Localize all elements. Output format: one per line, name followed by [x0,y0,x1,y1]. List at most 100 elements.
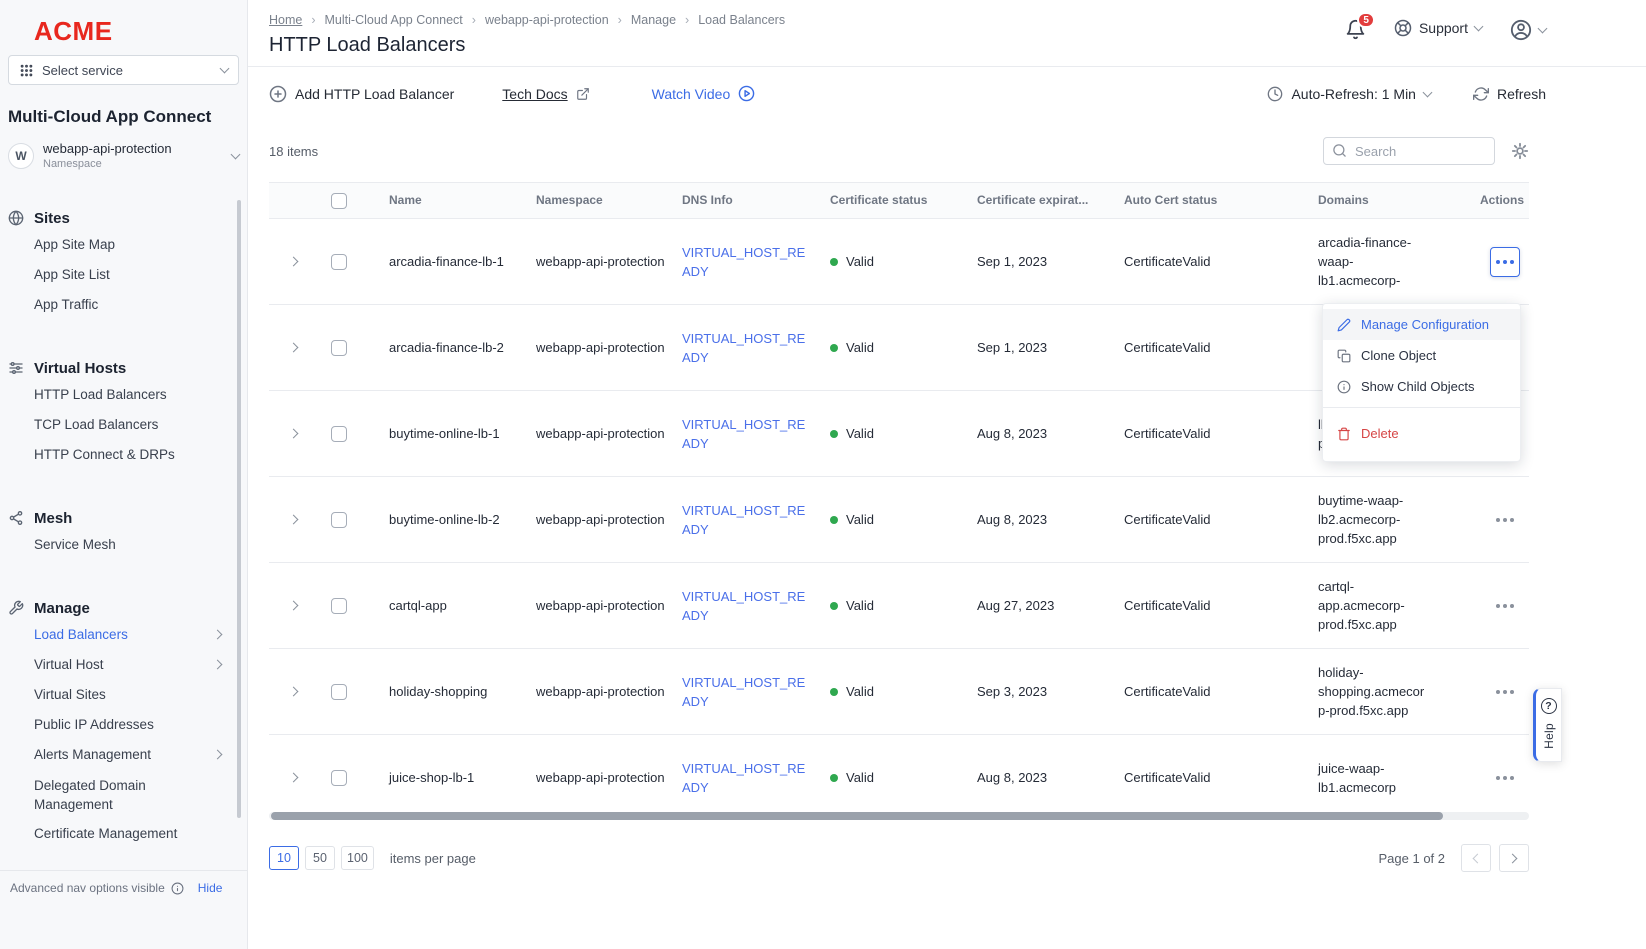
notification-badge: 5 [1357,12,1375,28]
dns-info-link[interactable]: VIRTUAL_HOST_READY [682,503,805,537]
sidebar-item-load-balancers[interactable]: Load Balancers [0,620,247,650]
table-settings-button[interactable] [1511,142,1529,160]
select-all-checkbox[interactable] [331,193,347,209]
breadcrumb-item[interactable]: Load Balancers [698,13,785,27]
sidebar-item-label: App Site List [34,267,110,282]
previous-page-button[interactable] [1461,844,1491,872]
row-actions-button[interactable] [1490,677,1520,707]
lb-name: arcadia-finance-lb-1 [361,252,536,271]
sidebar-item-tcp-load-balancers[interactable]: TCP Load Balancers [0,410,247,440]
namespace-selector[interactable]: W webapp-api-protection Namespace [8,141,239,170]
row-expand-icon[interactable] [288,343,298,353]
sidebar-item-app-site-map[interactable]: App Site Map [0,230,247,260]
sidebar-item-certificate-management[interactable]: Certificate Management [0,819,247,849]
lb-namespace: webapp-api-protection [536,682,682,701]
breadcrumb-item[interactable]: Manage [631,13,698,27]
auto-cert-status: CertificateValid [1124,252,1318,271]
sidebar-item-virtual-sites[interactable]: Virtual Sites [0,680,247,710]
dns-info-link[interactable]: VIRTUAL_HOST_READY [682,331,805,365]
row-checkbox[interactable] [331,770,347,786]
dns-info-link[interactable]: VIRTUAL_HOST_READY [682,245,805,279]
row-expand-icon[interactable] [288,515,298,525]
chevron-right-icon [213,660,223,670]
row-actions-button[interactable] [1490,763,1520,793]
sidebar-item-label: Public IP Addresses [34,717,154,732]
row-actions-button[interactable] [1490,591,1520,621]
next-page-button[interactable] [1499,844,1529,872]
sidebar-item-public-ip-addresses[interactable]: Public IP Addresses [0,710,247,740]
menu-item-show-child-objects[interactable]: Show Child Objects [1323,371,1520,402]
page-size-10[interactable]: 10 [269,846,299,870]
row-expand-icon[interactable] [288,601,298,611]
row-actions-button[interactable] [1490,247,1520,277]
horizontal-scrollbar[interactable] [269,812,1529,820]
row-checkbox[interactable] [331,684,347,700]
dns-info-link[interactable]: VIRTUAL_HOST_READY [682,675,805,709]
sidebar-item-label: Virtual Host [34,657,104,672]
row-checkbox[interactable] [331,340,347,356]
account-menu[interactable] [1510,19,1546,41]
menu-item-clone-object[interactable]: Clone Object [1323,340,1520,371]
row-actions-button[interactable] [1490,505,1520,535]
add-load-balancer-button[interactable]: Add HTTP Load Balancer [269,85,454,103]
menu-item-label: Manage Configuration [1361,317,1489,332]
support-menu[interactable]: Support [1394,19,1482,37]
status-dot [830,258,838,266]
sidebar-item-app-site-list[interactable]: App Site List [0,260,247,290]
horizontal-scrollbar-thumb[interactable] [271,812,1443,820]
sidebar-item-app-traffic[interactable]: App Traffic [0,290,247,320]
row-checkbox[interactable] [331,254,347,270]
row-checkbox[interactable] [331,512,347,528]
nav-section-virtual-hosts: Virtual Hosts [0,356,247,380]
search-input[interactable] [1323,137,1495,165]
column-header-dns-info: DNS Info [682,191,830,210]
sidebar-item-http-connect-drps[interactable]: HTTP Connect & DRPs [0,440,247,470]
sidebar-nav: ACME Select service Multi-Cloud App Conn… [0,0,247,870]
sidebar-scrollbar[interactable] [237,200,241,818]
column-header-certificate-expiration: Certificate expirat... [977,191,1124,210]
sidebar-item-http-load-balancers[interactable]: HTTP Load Balancers [0,380,247,410]
watch-video-link[interactable]: Watch Video [652,85,756,102]
certificate-status: Valid [846,682,874,701]
items-count: 18 items [269,144,318,159]
menu-item-delete[interactable]: Delete [1323,418,1520,449]
certificate-expiration: Sep 1, 2023 [977,252,1124,271]
refresh-button[interactable]: Refresh [1473,86,1546,102]
row-expand-icon[interactable] [288,687,298,697]
chevron-down-icon [1423,87,1433,97]
row-expand-icon[interactable] [288,773,298,783]
lb-domains: juice-waap-lb1.acmecorp [1318,759,1480,797]
chevron-right-icon [213,630,223,640]
dns-info-link[interactable]: VIRTUAL_HOST_READY [682,417,805,451]
nav-section-title: Sites [34,210,70,227]
hide-nav-link[interactable]: Hide [198,881,223,895]
sidebar-item-service-mesh[interactable]: Service Mesh [0,530,247,560]
lb-name: holiday-shopping [361,682,536,701]
sidebar-item-delegated-domain-management[interactable]: Delegated Domain Management [0,770,247,819]
page-size-100[interactable]: 100 [341,846,374,870]
tech-docs-link[interactable]: Tech Docs [502,86,589,102]
breadcrumb-home[interactable]: Home [269,13,325,27]
page-size-50[interactable]: 50 [305,846,335,870]
sidebar-item-virtual-host[interactable]: Virtual Host [0,650,247,680]
dns-info-link[interactable]: VIRTUAL_HOST_READY [682,589,805,623]
lb-namespace: webapp-api-protection [536,424,682,443]
sidebar-item-label: HTTP Load Balancers [34,387,167,402]
auto-refresh-selector[interactable]: Auto-Refresh: 1 Min [1267,86,1431,102]
row-expand-icon[interactable] [288,257,298,267]
row-expand-icon[interactable] [288,429,298,439]
column-header-certificate-status: Certificate status [830,191,977,210]
menu-item-manage-configuration[interactable]: Manage Configuration [1323,309,1520,340]
service-selector[interactable]: Select service [8,55,239,85]
notifications-button[interactable]: 5 [1345,19,1366,43]
breadcrumb-item[interactable]: webapp-api-protection [485,13,631,27]
row-checkbox[interactable] [331,598,347,614]
dns-info-link[interactable]: VIRTUAL_HOST_READY [682,761,805,795]
breadcrumb-item[interactable]: Multi-Cloud App Connect [325,13,485,27]
help-tab[interactable]: Help [1533,688,1562,762]
lb-domains: holiday-shopping.acmecorp-prod.f5xc.app [1318,663,1480,720]
sidebar-item-alerts-management[interactable]: Alerts Management [0,740,247,770]
sidebar-item-label: App Site Map [34,237,115,252]
lb-name: cartql-app [361,596,536,615]
row-checkbox[interactable] [331,426,347,442]
